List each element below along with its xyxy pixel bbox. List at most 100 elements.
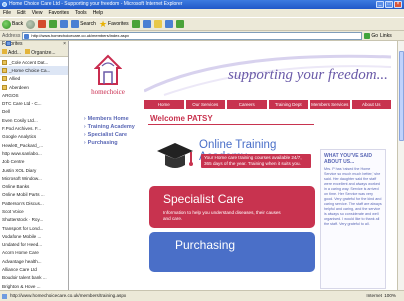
favorite-item[interactable]: Microsoft Window...: [0, 41, 68, 182]
mail-icon: [142, 20, 151, 28]
print-icon: [153, 20, 162, 28]
maximize-button[interactable]: □: [385, 1, 393, 8]
favorite-label: Aberdeen: [9, 84, 29, 90]
messenger-button[interactable]: [175, 19, 184, 29]
sidenav-label: Members Home: [87, 116, 129, 122]
nav-careers[interactable]: Careers: [227, 100, 267, 109]
go-label: Go: [371, 32, 379, 39]
favorite-item[interactable]: DTC Care Ltd - C...: [0, 41, 68, 107]
favorite-item[interactable]: Online Mobil Parts ...: [0, 41, 68, 199]
favorite-label: http www.sanlabo...: [2, 150, 42, 156]
sidenav-training-academy[interactable]: › Training Academy: [84, 123, 144, 131]
website-page: homechoice supporting your freedom... Ho…: [76, 41, 391, 290]
sidenav-label: Specialist Care: [87, 132, 128, 138]
close-button[interactable]: ×: [394, 1, 402, 8]
home-button[interactable]: [60, 19, 69, 29]
favorite-label: Shutterstock · Roy...: [2, 217, 44, 223]
favorite-item[interactable]: Justin XOL Diary: [0, 41, 68, 174]
menu-favorites[interactable]: Favorites: [48, 9, 69, 17]
favorite-label: _Home Choice Ca...: [9, 67, 51, 73]
favorite-item[interactable]: Vodafone Mobile ...: [0, 41, 68, 240]
stop-button[interactable]: [38, 19, 47, 29]
favorite-item[interactable]: Undated for Heed...: [0, 41, 68, 249]
academy-desc: Your Home care training courses availabl…: [201, 154, 311, 168]
search-icon: [71, 20, 80, 28]
menu-help[interactable]: Help: [93, 9, 103, 17]
sidenav-specialist-care[interactable]: › Specialist Care: [84, 131, 144, 139]
arrow-icon: ›: [84, 124, 86, 130]
favorite-item[interactable]: Scot Voice: [0, 41, 68, 215]
nav-our-services[interactable]: Our Services: [185, 100, 225, 109]
nav-about-us[interactable]: About Us: [351, 100, 391, 109]
favorite-label: Undated for Heed...: [2, 242, 43, 248]
favorite-item[interactable]: Even Cosily Ltd...: [0, 41, 68, 124]
menu-edit[interactable]: Edit: [17, 9, 26, 17]
menu-file[interactable]: File: [3, 9, 11, 17]
favorite-item[interactable]: ARGOS: [0, 41, 68, 99]
favorite-label: Even Cosily Ltd...: [2, 117, 38, 123]
favorite-item[interactable]: http www.sanlabo...: [0, 41, 68, 157]
favorite-item[interactable]: _Home Choice Ca...: [0, 66, 68, 75]
forward-arrow-icon: [26, 19, 36, 29]
favorite-item[interactable]: Alliance Care Ltd: [0, 41, 68, 273]
zoom-level[interactable]: 100%: [384, 291, 396, 301]
close-favorites-icon[interactable]: ×: [63, 41, 66, 48]
favorite-item[interactable]: Transport for Lond...: [0, 41, 68, 232]
scrollbar-thumb[interactable]: [399, 51, 404, 141]
window-title: Home Choice Care Ltd - Supporting your f…: [9, 1, 183, 7]
specialist-care-banner[interactable]: Specialist Care Information to help you …: [149, 186, 315, 228]
home-choice-logo[interactable]: homechoice: [82, 54, 134, 102]
purchasing-title: Purchasing: [175, 238, 236, 252]
favorite-item[interactable]: Boudoir talent bank ...: [0, 41, 68, 282]
favorite-label: Google Analytics: [2, 134, 37, 140]
sidenav-members-home[interactable]: › Members Home: [84, 115, 144, 123]
forward-button[interactable]: [26, 19, 36, 29]
search-button[interactable]: Search: [71, 19, 96, 29]
add-favorite-button[interactable]: Add...: [2, 48, 21, 56]
favorites-button[interactable]: ★ Favorites: [99, 19, 129, 29]
organize-favorites-button[interactable]: Organize...: [25, 48, 56, 56]
purchasing-banner[interactable]: Purchasing: [149, 232, 315, 272]
favorite-item[interactable]: Google Analytics: [0, 41, 68, 141]
divider: [148, 124, 314, 125]
favorite-item[interactable]: Aberdeen: [0, 83, 68, 91]
menu-tools[interactable]: Tools: [75, 9, 87, 17]
favorite-item[interactable]: _Cole Accent Dat...: [0, 58, 68, 66]
refresh-button[interactable]: [49, 19, 58, 29]
vertical-scrollbar[interactable]: [397, 41, 404, 290]
favorite-label: Scot Voice: [2, 208, 24, 214]
sidenav-purchasing[interactable]: › Purchasing: [84, 139, 144, 147]
nav-training-dept[interactable]: Training Dept: [268, 100, 308, 109]
favorite-item[interactable]: Job Centre: [0, 41, 68, 166]
favorite-item[interactable]: Acorn Home Care: [0, 41, 68, 257]
favorite-item[interactable]: Patterson's Discus...: [0, 41, 68, 207]
specialist-title: Specialist Care: [163, 192, 244, 206]
address-input[interactable]: http://www.homechoicecare.co.uk/members/…: [22, 31, 363, 40]
print-button[interactable]: [153, 19, 162, 29]
favorite-item[interactable]: Dell: [0, 41, 68, 116]
menu-view[interactable]: View: [32, 9, 43, 17]
back-button[interactable]: Back: [2, 19, 23, 29]
history-button[interactable]: [131, 19, 140, 29]
links-button[interactable]: Links: [380, 33, 392, 39]
favorite-item[interactable]: Advantage health...: [0, 41, 68, 265]
training-academy-banner[interactable]: Online Training Academy Your Home care t…: [149, 131, 315, 175]
favorite-item[interactable]: F.Pod Archives. F...: [0, 41, 68, 132]
nav-members-services[interactable]: Members Services: [310, 100, 350, 109]
favorite-item[interactable]: Hewlett_Packard_...: [0, 41, 68, 149]
favorite-label: Online Banks: [2, 184, 30, 190]
go-button[interactable]: Go: [364, 32, 379, 39]
minimize-button[interactable]: _: [376, 1, 384, 8]
address-label: Address: [2, 32, 21, 39]
folder-icon: [2, 59, 7, 65]
folder-icon: [2, 67, 7, 73]
nav-home[interactable]: Home: [144, 100, 184, 109]
mail-button[interactable]: [142, 19, 151, 29]
organize-label: Organize...: [31, 49, 56, 56]
favorite-item[interactable]: Online Banks: [0, 41, 68, 190]
favorite-item[interactable]: Shutterstock · Roy...: [0, 41, 68, 224]
favorite-label: Brighton & Hove ...: [2, 283, 41, 289]
favorite-item[interactable]: Allied: [0, 75, 68, 83]
logo-text: homechoice: [91, 88, 125, 96]
edit-button[interactable]: [164, 19, 173, 29]
